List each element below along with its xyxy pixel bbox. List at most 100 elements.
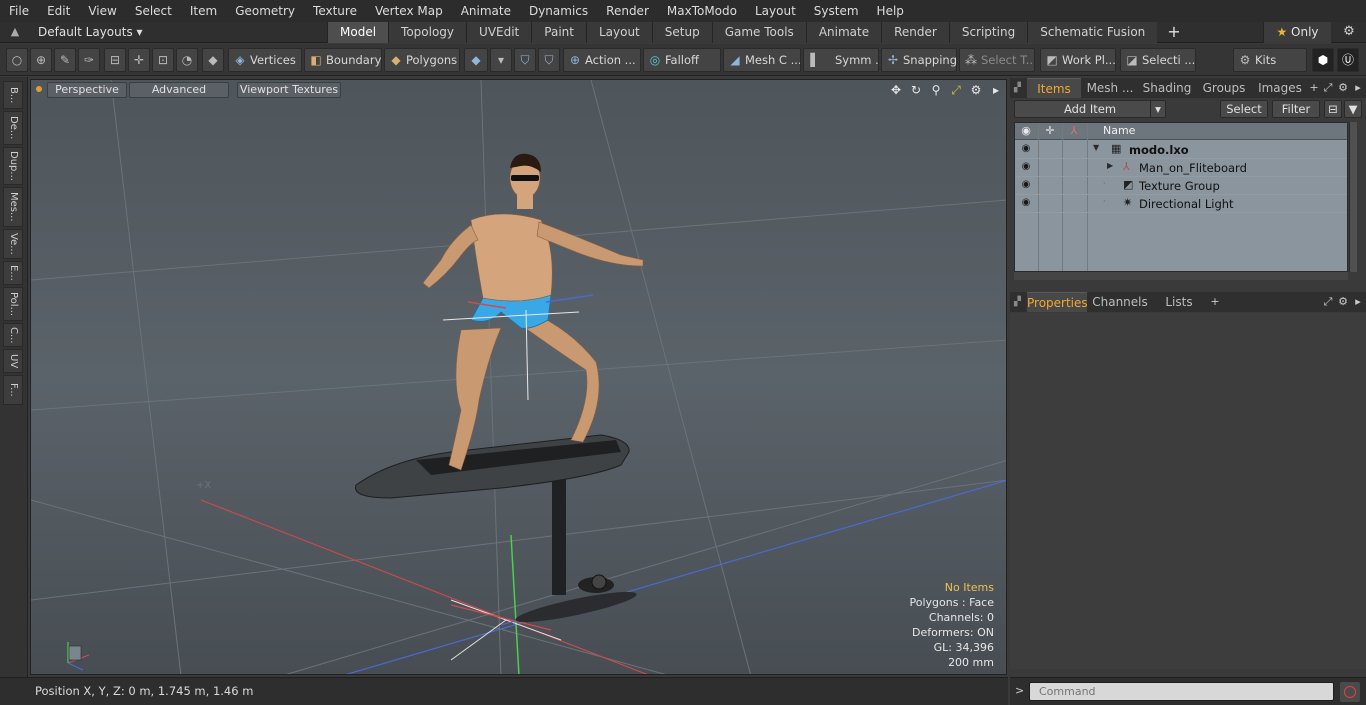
only-toggle[interactable]: ★ Only — [1263, 22, 1331, 43]
layouts-dropdown[interactable]: Default Layouts ▾ — [38, 22, 143, 43]
left-tab-vertex[interactable]: Ve... — [3, 229, 23, 259]
left-tab-mesh-edit[interactable]: Mes... — [3, 187, 23, 227]
unity-button[interactable]: ⬢ — [1312, 48, 1334, 72]
menu-maxtomodo[interactable]: MaxToModo — [658, 0, 746, 22]
rotate-button[interactable]: ⊡ — [152, 48, 174, 72]
tab-topology[interactable]: Topology — [388, 22, 467, 43]
viewport-menu-icon[interactable]: ▸ — [988, 82, 1004, 98]
tab-channels[interactable]: Channels — [1090, 292, 1150, 312]
left-tab-polygon[interactable]: Pol... — [3, 287, 23, 321]
eye-icon[interactable]: ◉ — [1018, 161, 1034, 172]
tab-properties[interactable]: Properties — [1027, 292, 1088, 312]
menu-item[interactable]: Item — [181, 0, 226, 22]
left-tab-curve[interactable]: C... — [3, 323, 23, 347]
fit-icon[interactable]: ⤢ — [948, 82, 964, 98]
maximize-icon[interactable]: ⤢ — [1321, 80, 1335, 96]
item-row-texture-group[interactable]: ◉ · ◩ Texture Group — [1015, 177, 1347, 195]
symmetry-button[interactable]: ▌Symm ... — [803, 48, 879, 72]
add-tab-button[interactable]: + — [1157, 22, 1190, 43]
falloff-button[interactable]: ◎ Falloff — [643, 48, 721, 72]
panel-menu-icon[interactable]: ▸ — [1351, 80, 1365, 96]
add-item-button[interactable]: Add Item — [1014, 100, 1166, 118]
tab-setup[interactable]: Setup — [651, 22, 712, 43]
tab-shading[interactable]: Shading — [1139, 78, 1195, 98]
menu-render[interactable]: Render — [597, 0, 658, 22]
tab-layout[interactable]: Layout — [585, 22, 652, 43]
visibility-column-icon[interactable]: ◉ — [1015, 124, 1037, 137]
menu-vertex-map[interactable]: Vertex Map — [366, 0, 452, 22]
items-mode-button[interactable]: ◆ — [202, 48, 224, 72]
menu-view[interactable]: View — [79, 0, 125, 22]
kits-button[interactable]: ⚙ Kits — [1233, 48, 1307, 72]
mesh-constraints-button[interactable]: ◢ Mesh C ... — [723, 48, 801, 72]
panel-menu-icon[interactable]: ▸ — [1351, 294, 1365, 310]
menu-help[interactable]: Help — [868, 0, 913, 22]
menu-select[interactable]: Select — [126, 0, 181, 22]
scale-button[interactable]: ◔ — [176, 48, 198, 72]
snapping-button[interactable]: ✢ Snapping — [881, 48, 957, 72]
work-plane-button[interactable]: ◩ Work Pl... — [1040, 48, 1116, 72]
symmetry-right-button[interactable]: ⛉ — [538, 48, 560, 72]
pan-icon[interactable]: ✥ — [888, 82, 904, 98]
align-button[interactable]: ⊟ — [104, 48, 126, 72]
viewport-status-dot[interactable] — [36, 86, 42, 92]
tab-items[interactable]: Items — [1027, 78, 1081, 98]
layout-pin-icon[interactable]: ▲ — [8, 25, 22, 39]
polygons-button[interactable]: ◆ Polygons — [384, 48, 460, 72]
lock-column-icon[interactable]: ✛ — [1039, 124, 1061, 137]
tab-groups[interactable]: Groups — [1196, 78, 1252, 98]
tab-uvedit[interactable]: UVEdit — [466, 22, 532, 43]
item-row-scene[interactable]: ◉ ▼ ▦ modo.lxo — [1015, 141, 1347, 159]
eye-icon[interactable]: ◉ — [1018, 179, 1034, 190]
globe-button[interactable]: ⊕ — [30, 48, 52, 72]
add-panel-tab-icon[interactable]: + — [1208, 294, 1222, 310]
menu-system[interactable]: System — [805, 0, 868, 22]
tab-animate[interactable]: Animate — [805, 22, 882, 43]
boundary-button[interactable]: ◧ Boundary — [304, 48, 382, 72]
brush-button[interactable]: ✑ — [78, 48, 100, 72]
collapse-icon[interactable]: ⊟ — [1324, 100, 1342, 118]
filter-button[interactable]: Filter — [1272, 100, 1320, 118]
menu-texture[interactable]: Texture — [304, 0, 366, 22]
left-tab-deform[interactable]: De... — [3, 111, 23, 145]
selection-sets-button[interactable]: ◪ Selecti ... — [1120, 48, 1196, 72]
tab-images[interactable]: Images — [1253, 78, 1307, 98]
left-tab-fusion[interactable]: F... — [3, 375, 23, 405]
vertices-button[interactable]: ◈ Vertices — [228, 48, 302, 72]
move-button[interactable]: ✛ — [128, 48, 150, 72]
item-row-directional-light[interactable]: ◉ · ✷ Directional Light — [1015, 195, 1347, 213]
left-tab-duplicate[interactable]: Dup... — [3, 147, 23, 185]
command-chevron-icon[interactable]: > — [1015, 684, 1024, 697]
eye-icon[interactable]: ◉ — [1018, 143, 1034, 154]
add-panel-tab-icon[interactable]: + — [1307, 80, 1321, 96]
left-tab-uv[interactable]: UV — [3, 349, 23, 373]
command-input[interactable] — [1029, 682, 1334, 701]
advanced-button[interactable]: Advanced — [129, 82, 229, 98]
tab-paint[interactable]: Paint — [531, 22, 586, 43]
unreal-button[interactable]: Ⓤ — [1337, 48, 1359, 72]
expand-triangle-icon[interactable]: ▼ — [1093, 143, 1099, 152]
tab-game-tools[interactable]: Game Tools — [711, 22, 806, 43]
item-list-scrollbar[interactable] — [1349, 122, 1357, 272]
tab-mesh[interactable]: Mesh ... — [1082, 78, 1138, 98]
tab-scripting[interactable]: Scripting — [948, 22, 1028, 43]
material-button[interactable]: ◆ — [464, 48, 488, 72]
material-dropdown[interactable]: ▾ — [490, 48, 512, 72]
eye-icon[interactable]: ◉ — [1018, 197, 1034, 208]
orbit-icon[interactable]: ↻ — [908, 82, 924, 98]
tab-render[interactable]: Render — [881, 22, 949, 43]
panel-gear-icon[interactable]: ⚙ — [1336, 294, 1350, 310]
panel-grip-icon[interactable]: ▞ — [1014, 83, 1022, 93]
record-macro-icon[interactable] — [1340, 682, 1360, 702]
expand-triangle-icon[interactable]: ▶ — [1107, 161, 1113, 170]
menu-geometry[interactable]: Geometry — [226, 0, 304, 22]
zoom-icon[interactable]: ⚲ — [928, 82, 944, 98]
select-through-button[interactable]: ⁂ Select T... — [959, 48, 1035, 72]
viewport-textures-button[interactable]: Viewport Textures — [237, 82, 341, 98]
tab-model[interactable]: Model — [327, 22, 389, 43]
tab-schematic-fusion[interactable]: Schematic Fusion — [1027, 22, 1158, 43]
filter-funnel-icon[interactable]: ▼ — [1344, 100, 1362, 118]
menu-layout[interactable]: Layout — [746, 0, 805, 22]
name-column-header[interactable]: Name — [1103, 124, 1135, 137]
select-circle-button[interactable]: ○ — [6, 48, 28, 72]
